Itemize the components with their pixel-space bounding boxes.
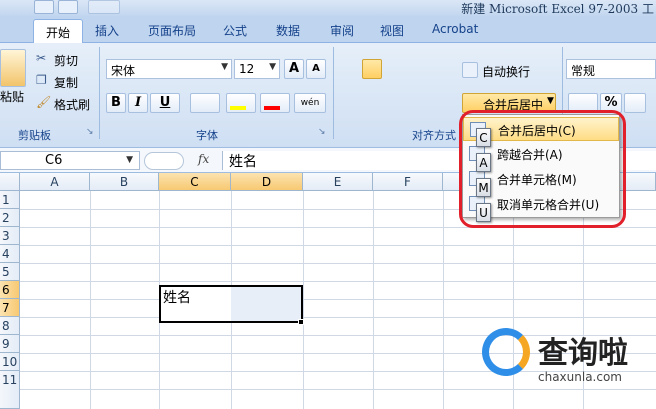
- font-family-select[interactable]: 宋体 ▼: [106, 59, 232, 79]
- align-right-icon[interactable]: [384, 93, 404, 113]
- tab-home[interactable]: 开始: [33, 19, 84, 43]
- font-color-swatch: [264, 106, 280, 110]
- font-color-icon[interactable]: [260, 93, 290, 113]
- alignment-group-label: 对齐方式: [412, 129, 456, 142]
- row-header[interactable]: 8: [0, 317, 20, 335]
- borders-icon[interactable]: [190, 93, 220, 113]
- bold-button[interactable]: B: [106, 93, 126, 113]
- comma-style-icon[interactable]: [624, 93, 646, 113]
- dialog-launcher-icon[interactable]: ↘: [86, 127, 94, 137]
- formula-bar-splitter[interactable]: [144, 152, 184, 170]
- fill-color-swatch: [230, 106, 246, 110]
- gridline: [20, 299, 656, 300]
- wrap-text-button[interactable]: 自动换行: [482, 63, 530, 80]
- gridline: [443, 191, 444, 409]
- align-middle-icon[interactable]: [362, 59, 382, 79]
- window-title: 新建 Microsoft Excel 97-2003 工: [461, 2, 654, 16]
- tab-view[interactable]: 视图: [380, 22, 404, 42]
- copy-button[interactable]: 复制: [54, 74, 78, 91]
- column-header[interactable]: A: [20, 173, 90, 191]
- row-header[interactable]: 4: [0, 245, 20, 263]
- gridline: [20, 245, 656, 246]
- annotation-highlight: [459, 110, 626, 228]
- row-header[interactable]: 2: [0, 209, 20, 227]
- chevron-down-icon[interactable]: ▼: [547, 96, 554, 106]
- fill-color-icon[interactable]: [226, 93, 256, 113]
- tab-acrobat[interactable]: Acrobat: [432, 22, 478, 42]
- undo-icon[interactable]: [58, 0, 78, 14]
- group-separator: [333, 47, 334, 139]
- gridline: [20, 317, 656, 318]
- shrink-font-button[interactable]: A: [306, 59, 326, 79]
- wrap-text-icon: [462, 62, 478, 78]
- align-center-icon[interactable]: [362, 93, 382, 113]
- fill-handle[interactable]: [298, 319, 304, 325]
- watermark-brand: 查询啦: [538, 336, 628, 371]
- align-bottom-icon[interactable]: [384, 59, 404, 79]
- font-group-label: 字体: [196, 129, 218, 142]
- row-header[interactable]: 3: [0, 227, 20, 245]
- increase-indent-icon[interactable]: [432, 93, 452, 113]
- number-format-select[interactable]: 常规: [566, 59, 656, 79]
- ribbon-tabs: 开始 插入 页面布局 公式 数据 审阅 视图 Acrobat: [0, 16, 656, 43]
- copy-icon: ❐: [36, 73, 47, 87]
- watermark-logo-icon: [482, 328, 530, 376]
- row-header[interactable]: 10: [0, 353, 20, 371]
- grow-font-button[interactable]: A: [284, 59, 304, 79]
- tab-review[interactable]: 审阅: [330, 22, 354, 42]
- selected-range-shade: [231, 287, 301, 321]
- column-header[interactable]: E: [303, 173, 373, 191]
- gridline: [20, 263, 656, 264]
- paste-icon[interactable]: [0, 49, 26, 87]
- column-header[interactable]: D: [231, 173, 303, 191]
- selected-range[interactable]: 姓名: [159, 285, 303, 323]
- row-header[interactable]: 5: [0, 263, 20, 281]
- gridline: [20, 281, 656, 282]
- row-header[interactable]: 1: [0, 191, 20, 209]
- clipboard-group-label: 剪贴板: [18, 129, 51, 142]
- align-left-icon[interactable]: [340, 93, 360, 113]
- insert-function-button[interactable]: fx: [198, 152, 209, 166]
- brush-icon: 🖌: [36, 95, 52, 109]
- font-size-select[interactable]: 12 ▼: [234, 59, 280, 79]
- tab-formulas[interactable]: 公式: [223, 22, 247, 42]
- paste-button[interactable]: 粘贴: [0, 88, 24, 105]
- save-icon[interactable]: [34, 0, 54, 14]
- orientation-icon[interactable]: [410, 59, 440, 79]
- watermark: 查询啦 chaxunla.com: [482, 322, 656, 409]
- cell-c6-value: 姓名: [163, 290, 191, 306]
- phonetic-button[interactable]: wén: [294, 93, 326, 113]
- gridline: [303, 191, 304, 409]
- tab-insert[interactable]: 插入: [95, 22, 119, 42]
- row-header[interactable]: 9: [0, 335, 20, 353]
- underline-button[interactable]: U: [150, 93, 180, 113]
- row-header[interactable]: 7: [0, 299, 20, 317]
- column-header[interactable]: F: [373, 173, 443, 191]
- cut-button[interactable]: 剪切: [54, 52, 78, 69]
- tab-data[interactable]: 数据: [276, 22, 300, 42]
- watermark-url: chaxunla.com: [538, 370, 622, 384]
- select-all-corner[interactable]: [0, 173, 20, 191]
- italic-button[interactable]: I: [128, 93, 148, 113]
- column-header[interactable]: B: [90, 173, 159, 191]
- align-top-icon[interactable]: [340, 59, 360, 79]
- gridline: [90, 191, 91, 409]
- gridline: [373, 191, 374, 409]
- name-box[interactable]: C6 ▼: [0, 151, 140, 170]
- title-bar: 新建 Microsoft Excel 97-2003 工: [0, 0, 656, 16]
- decrease-indent-icon[interactable]: [410, 93, 430, 113]
- group-separator: [99, 47, 100, 139]
- row-header[interactable]: 11: [0, 371, 20, 409]
- column-header[interactable]: C: [159, 173, 231, 191]
- dialog-launcher-icon[interactable]: ↘: [318, 127, 326, 137]
- tab-page-layout[interactable]: 页面布局: [148, 22, 196, 42]
- redo-icon[interactable]: [88, 0, 120, 14]
- format-painter-button[interactable]: 格式刷: [54, 96, 90, 113]
- row-header[interactable]: 6: [0, 281, 20, 299]
- scissors-icon: ✂: [36, 51, 47, 65]
